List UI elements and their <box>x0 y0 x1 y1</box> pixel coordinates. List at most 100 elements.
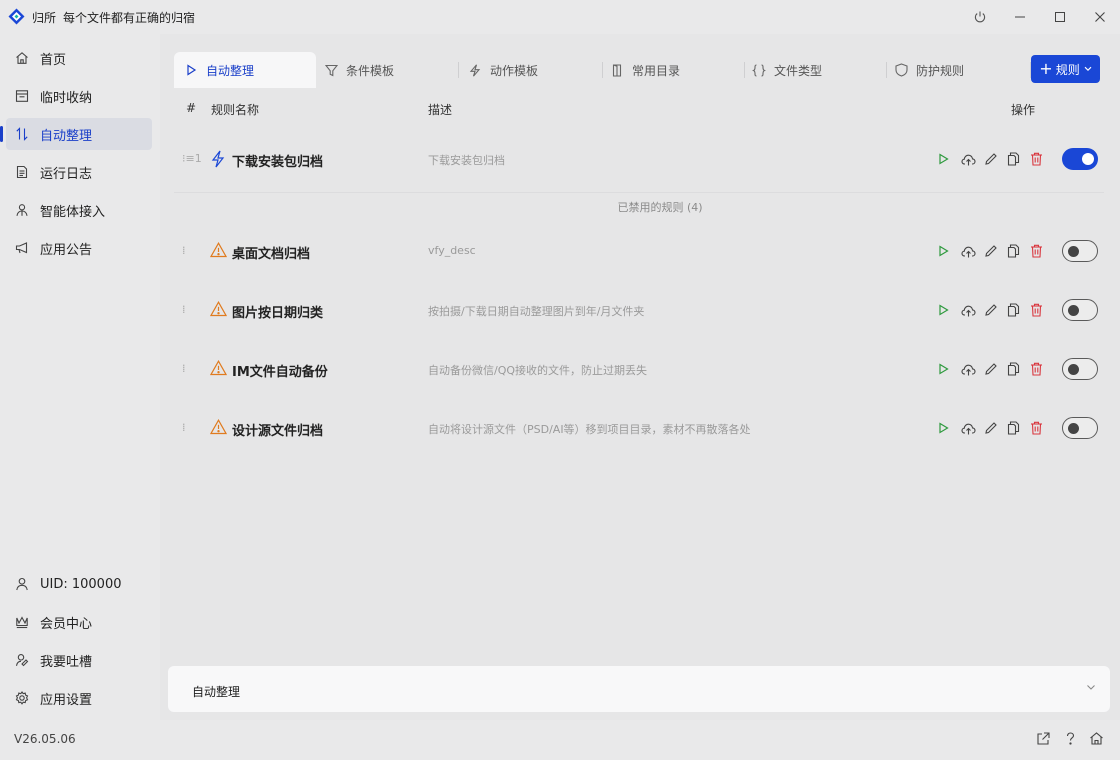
delete-icon[interactable] <box>1030 302 1053 318</box>
edit-icon[interactable] <box>984 302 1007 318</box>
tab-label: 文件类型 <box>774 63 823 78</box>
rule-name: 桌面文档归档 <box>232 247 311 262</box>
copy-icon[interactable] <box>1007 361 1030 377</box>
tab-separator <box>458 62 459 78</box>
edit-icon[interactable] <box>984 420 1007 436</box>
rule-toggle[interactable] <box>1062 148 1098 170</box>
edit-icon[interactable] <box>984 151 1007 167</box>
rule-name: 设计源文件归档 <box>232 424 324 439</box>
sidebar-item-membership[interactable]: 会员中心 <box>6 606 152 638</box>
rule-toggle[interactable] <box>1062 240 1098 262</box>
run-icon[interactable] <box>938 243 961 259</box>
drag-handle-icon[interactable]: ⁞ <box>182 303 186 316</box>
table-row[interactable]: ⁞ IM文件自动备份 自动备份微信/QQ接收的文件，防止过期丢失 <box>160 350 1120 390</box>
warning-icon <box>210 301 228 319</box>
maximize-icon[interactable] <box>1046 4 1074 30</box>
run-icon[interactable] <box>938 151 961 167</box>
agent-icon <box>14 202 30 218</box>
row-index: 1 <box>194 152 202 165</box>
plus-icon: + <box>1039 59 1053 78</box>
sidebar-item-label: 应用公告 <box>40 242 93 258</box>
share-icon[interactable] <box>1036 731 1052 747</box>
close-icon[interactable] <box>1086 4 1114 30</box>
table-row[interactable]: ⁞ 桌面文档归档 vfy_desc <box>160 232 1120 272</box>
delete-icon[interactable] <box>1030 361 1053 377</box>
run-icon[interactable] <box>938 420 961 436</box>
sidebar-item-auto-organize[interactable]: 自动整理 <box>0 118 152 150</box>
delete-icon[interactable] <box>1030 420 1053 436</box>
chevron-down-icon <box>1084 66 1092 72</box>
power-icon[interactable] <box>966 4 994 30</box>
feedback-icon <box>14 652 30 668</box>
sidebar-item-settings[interactable]: 应用设置 <box>6 682 152 714</box>
tab-separator <box>744 62 745 78</box>
upload-icon[interactable] <box>961 420 984 436</box>
upload-icon[interactable] <box>961 243 984 259</box>
run-icon[interactable] <box>938 302 961 318</box>
shield-icon <box>894 63 908 77</box>
tab-file-types[interactable]: 文件类型 <box>752 52 822 88</box>
sidebar-item-announcements[interactable]: 应用公告 <box>6 232 152 264</box>
drag-handle-icon[interactable]: ⁝≡1 <box>182 152 202 165</box>
run-icon[interactable] <box>938 361 961 377</box>
copy-icon[interactable] <box>1007 420 1030 436</box>
table-header: # 规则名称 描述 操作 <box>160 100 1120 120</box>
sidebar-item-inbox[interactable]: 临时收纳 <box>6 80 152 112</box>
table-row[interactable]: ⁞ 图片按日期归类 按拍摄/下载日期自动整理图片到年/月文件夹 <box>160 291 1120 331</box>
copy-icon[interactable] <box>1007 151 1030 167</box>
tab-condition-templates[interactable]: 条件模板 <box>324 52 394 88</box>
app-slogan: 每个文件都有正确的归宿 <box>63 11 196 25</box>
user-icon <box>14 576 30 592</box>
header-actions: 操作 <box>1011 103 1036 117</box>
sidebar-item-label: 临时收纳 <box>40 90 93 106</box>
sidebar-item-agent-access[interactable]: 智能体接入 <box>6 194 152 226</box>
play-icon <box>184 63 198 77</box>
app-logo-icon <box>8 8 25 25</box>
tab-protection-rules[interactable]: 防护规则 <box>894 52 964 88</box>
door-icon <box>610 63 624 77</box>
toggle-knob <box>1068 245 1079 257</box>
help-icon[interactable] <box>1063 731 1079 747</box>
upload-icon[interactable] <box>961 361 984 377</box>
rule-toggle[interactable] <box>1062 417 1098 439</box>
upload-icon[interactable] <box>961 302 984 318</box>
table-row[interactable]: ⁝≡1 下载安装包归档 下载安装包归档 <box>160 140 1120 180</box>
sidebar-item-uid[interactable]: UID: 100000 <box>6 568 152 600</box>
drag-handle-icon[interactable]: ⁞ <box>182 362 186 375</box>
chevron-down-icon[interactable] <box>1086 684 1096 691</box>
rule-desc: 自动备份微信/QQ接收的文件，防止过期丢失 <box>428 364 648 377</box>
drag-handle-icon[interactable]: ⁞ <box>182 421 186 434</box>
rule-name: IM文件自动备份 <box>232 365 328 380</box>
minimize-icon[interactable] <box>1006 4 1034 30</box>
rule-toggle[interactable] <box>1062 299 1098 321</box>
rule-desc: 按拍摄/下载日期自动整理图片到年/月文件夹 <box>428 305 645 318</box>
add-rule-button[interactable]: + 规则 <box>1031 55 1100 83</box>
sidebar-item-feedback[interactable]: 我要吐槽 <box>6 644 152 676</box>
copy-icon[interactable] <box>1007 243 1030 259</box>
home-icon[interactable] <box>1089 731 1105 747</box>
log-panel[interactable]: 自动整理 <box>168 666 1110 712</box>
sidebar-item-run-log[interactable]: 运行日志 <box>6 156 152 188</box>
toggle-knob <box>1068 422 1079 434</box>
warning-icon <box>210 360 228 378</box>
tab-action-templates[interactable]: 动作模板 <box>468 52 538 88</box>
sidebar-item-home[interactable]: 首页 <box>6 42 152 74</box>
sort-arrows-icon <box>14 126 30 142</box>
upload-icon[interactable] <box>961 151 984 167</box>
delete-icon[interactable] <box>1030 243 1053 259</box>
tab-label: 动作模板 <box>490 63 539 78</box>
row-actions <box>938 243 1053 259</box>
edit-icon[interactable] <box>984 243 1007 259</box>
copy-icon[interactable] <box>1007 302 1030 318</box>
tab-auto-organize[interactable]: 自动整理 <box>174 52 316 88</box>
rule-toggle[interactable] <box>1062 358 1098 380</box>
rule-name: 图片按日期归类 <box>232 306 324 321</box>
tab-common-folders[interactable]: 常用目录 <box>610 52 680 88</box>
edit-icon[interactable] <box>984 361 1007 377</box>
toggle-knob <box>1068 363 1079 375</box>
warning-icon <box>210 419 228 437</box>
drag-handle-icon[interactable]: ⁞ <box>182 244 186 257</box>
delete-icon[interactable] <box>1030 151 1053 167</box>
table-row[interactable]: ⁞ 设计源文件归档 自动将设计源文件（PSD/AI等）移到项目目录，素材不再散落… <box>160 409 1120 449</box>
sidebar-item-label: 应用设置 <box>40 692 93 708</box>
